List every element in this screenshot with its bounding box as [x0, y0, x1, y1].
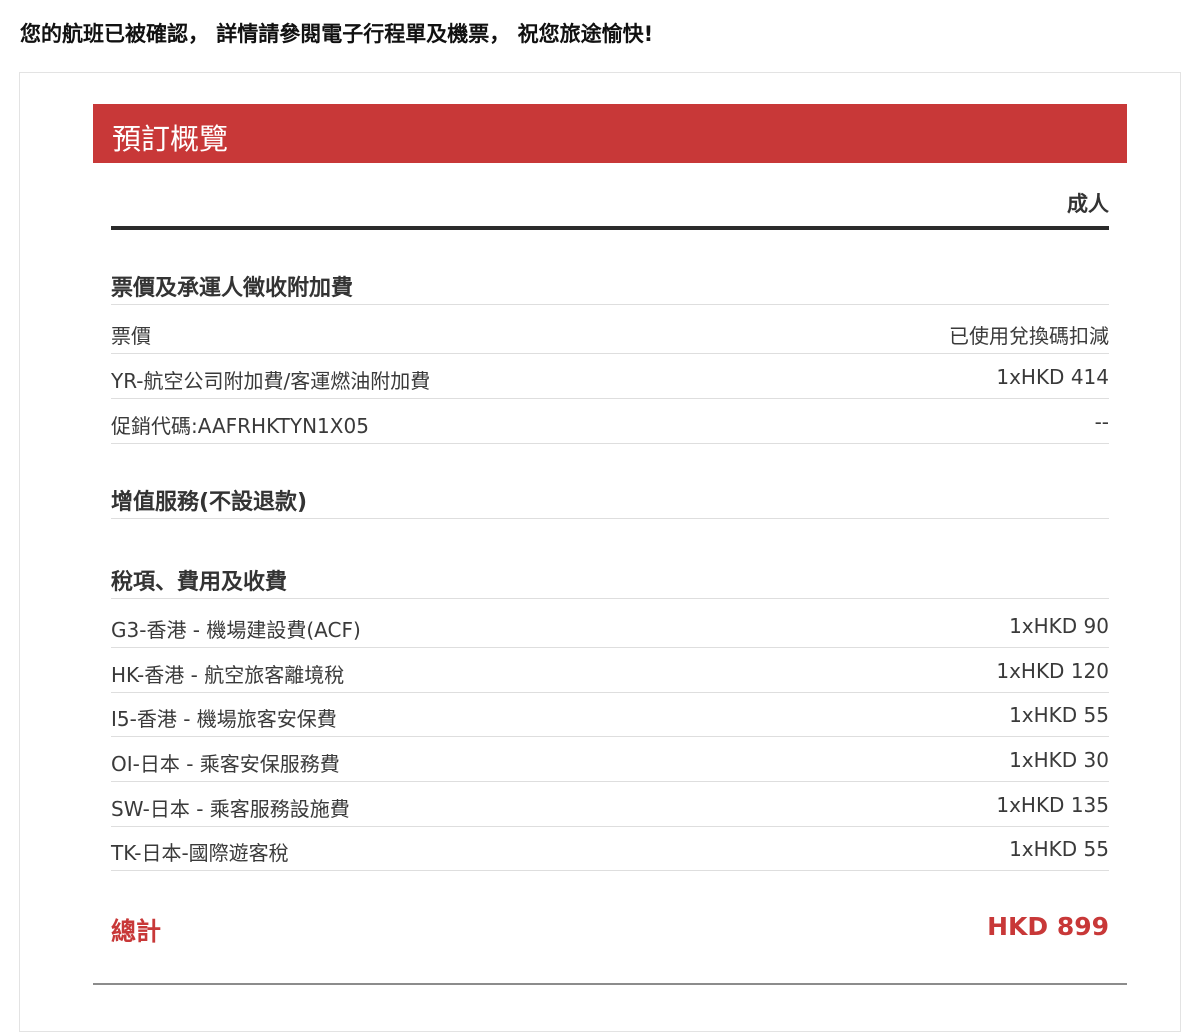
fare-row: YR-航空公司附加費/客運燃油附加費 1xHKD 414 [111, 354, 1109, 399]
tax-row-value: 1xHKD 55 [1009, 837, 1109, 861]
tax-row-label: SW-日本 - 乘客服務設施費 [111, 797, 350, 821]
tax-row: G3-香港 - 機場建設費(ACF) 1xHKD 90 [111, 603, 1109, 648]
passenger-type-header: 成人 [1067, 192, 1109, 216]
tax-row: I5-香港 - 機場旅客安保費 1xHKD 55 [111, 692, 1109, 737]
fare-row-value: 1xHKD 414 [996, 365, 1109, 389]
fare-row-label: 票價 [111, 324, 151, 348]
confirmation-message: 您的航班已被確認， 詳情請參閱電子行程單及機票， 祝您旅途愉快! [20, 22, 654, 46]
fare-row-label: 促銷代碼:AAFRHKTYN1X05 [111, 414, 369, 438]
tax-row-value: 1xHKD 120 [996, 659, 1109, 683]
fare-section-title: 票價及承運人徵收附加費 [111, 270, 1109, 305]
addon-section-title: 增值服務(不設退款) [111, 484, 1109, 519]
fare-row-value: -- [1094, 410, 1109, 434]
fare-row-value: 已使用兌換碼扣減 [949, 324, 1109, 348]
tax-row-label: I5-香港 - 機場旅客安保費 [111, 707, 337, 731]
fare-row-label: YR-航空公司附加費/客運燃油附加費 [111, 369, 431, 393]
tax-row: TK-日本-國際遊客稅 1xHKD 55 [111, 826, 1109, 871]
total-row: 總計 HKD 899 [111, 912, 1109, 946]
tax-row: OI-日本 - 乘客安保服務費 1xHKD 30 [111, 737, 1109, 782]
tax-row-value: 1xHKD 55 [1009, 703, 1109, 727]
tax-row: SW-日本 - 乘客服務設施費 1xHKD 135 [111, 782, 1109, 827]
summary-banner: 預訂概覽 [93, 104, 1127, 163]
tax-row-label: OI-日本 - 乘客安保服務費 [111, 752, 340, 776]
tax-row-value: 1xHKD 30 [1009, 748, 1109, 772]
tax-row-label: TK-日本-國際遊客稅 [111, 841, 289, 865]
header-divider [111, 226, 1109, 230]
tax-row: HK-香港 - 航空旅客離境稅 1xHKD 120 [111, 648, 1109, 693]
fare-row: 促銷代碼:AAFRHKTYN1X05 -- [111, 399, 1109, 444]
tax-row-label: G3-香港 - 機場建設費(ACF) [111, 618, 361, 642]
tax-row-value: 1xHKD 135 [996, 793, 1109, 817]
total-value: HKD 899 [987, 912, 1109, 941]
tax-row-value: 1xHKD 90 [1009, 614, 1109, 638]
tax-row-label: HK-香港 - 航空旅客離境稅 [111, 663, 345, 687]
bottom-divider [93, 983, 1127, 985]
summary-title: 預訂概覽 [112, 122, 229, 156]
total-label: 總計 [111, 917, 162, 946]
tax-section-title: 稅項、費用及收費 [111, 564, 1109, 599]
fare-row: 票價 已使用兌換碼扣減 [111, 309, 1109, 354]
